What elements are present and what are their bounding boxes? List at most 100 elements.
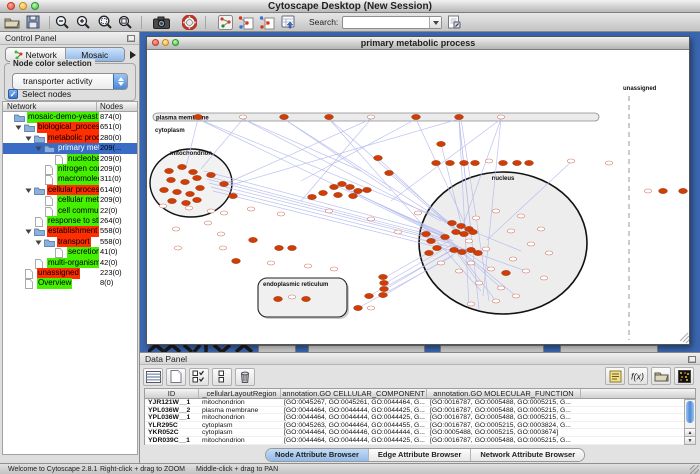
graph-edge[interactable] <box>211 187 451 247</box>
table-cell[interactable]: cytoplasm <box>202 422 280 430</box>
graph-node-label[interactable] <box>367 217 375 221</box>
graph-node[interactable] <box>460 160 469 165</box>
graph-node[interactable] <box>189 169 198 174</box>
graph-node-label[interactable] <box>485 159 493 163</box>
tree-row[interactable]: mosaic-demo-yeast874(0) <box>3 112 137 122</box>
graph-node[interactable] <box>193 175 202 180</box>
graph-node[interactable] <box>274 296 283 301</box>
graph-node-label[interactable] <box>304 264 312 268</box>
graph-node[interactable] <box>385 170 394 175</box>
graph-node-label[interactable] <box>487 267 495 271</box>
tree-col-network[interactable]: Network <box>7 102 36 112</box>
graph-node[interactable] <box>469 229 478 234</box>
scrollbar-thumb[interactable] <box>686 401 694 423</box>
graph-node[interactable] <box>427 238 436 243</box>
graph-node[interactable] <box>450 247 459 252</box>
search-dropdown-button[interactable] <box>429 17 441 28</box>
graph-node[interactable] <box>354 305 363 310</box>
node-color-dropdown[interactable]: transporter activity <box>12 73 128 90</box>
table-column-header[interactable]: annotation.GO CELLULAR_COMPONENT <box>281 389 427 398</box>
browser-tab[interactable]: Edge Attribute Browser <box>368 449 470 461</box>
graph-node[interactable] <box>363 187 372 192</box>
graph-node[interactable] <box>412 114 421 119</box>
tree-row[interactable]: establishment of lo558(0) <box>3 226 137 236</box>
graph-node[interactable] <box>433 245 442 250</box>
table-cell[interactable]: YKR052C <box>148 429 198 437</box>
graph-node[interactable] <box>229 193 238 198</box>
table-cell[interactable]: [GO:0016787, GO:0005488, GO:0005215, G..… <box>430 437 680 445</box>
graph-node[interactable] <box>525 160 534 165</box>
graph-node-label[interactable] <box>220 211 228 215</box>
network-view-window[interactable]: primary metabolic process plasma membran… <box>146 36 690 345</box>
graph-node[interactable] <box>168 198 177 203</box>
table-cell[interactable]: cytoplasm <box>202 429 280 437</box>
graph-node[interactable] <box>458 249 467 254</box>
table-cell[interactable]: [GO:0045267, GO:0045261, GO:0044464, G..… <box>284 399 426 407</box>
graph-node-label[interactable] <box>288 295 296 299</box>
snapshot-icon[interactable] <box>152 14 170 31</box>
graph-node-label[interactable] <box>507 229 515 233</box>
network-canvas[interactable]: plasma membranecytoplasmmitochondrionnuc… <box>147 50 689 344</box>
table-row[interactable]: YJR121W__1mitochondrion[GO:0045267, GO:0… <box>145 399 684 407</box>
graph-node[interactable] <box>422 231 431 236</box>
float-panel-icon[interactable] <box>127 35 135 42</box>
graph-node-label[interactable] <box>367 306 375 310</box>
graph-node[interactable] <box>460 231 469 236</box>
table-cell[interactable]: [GO:0044464, GO:0044446, GO:0044444, G..… <box>284 429 426 437</box>
table-cell[interactable]: YPL036W__1 <box>148 414 198 422</box>
graph-edge[interactable] <box>206 176 446 239</box>
help-icon[interactable] <box>180 14 198 31</box>
graph-node[interactable] <box>302 296 311 301</box>
graph-edge[interactable] <box>198 119 441 236</box>
graph-node[interactable] <box>346 184 355 189</box>
select-nodes-checkbox[interactable]: ✓ <box>8 89 18 99</box>
graph-node[interactable] <box>380 286 389 291</box>
search-input[interactable] <box>344 17 428 28</box>
graph-node[interactable] <box>249 237 258 242</box>
scroll-up-button[interactable]: ▲ <box>685 428 695 436</box>
graph-node-label[interactable] <box>267 261 275 265</box>
attribute-list-icon[interactable] <box>605 367 625 385</box>
graph-node[interactable] <box>334 192 343 197</box>
graph-node[interactable] <box>220 181 229 186</box>
table-cell[interactable]: mitochondrion <box>202 414 280 422</box>
table-row[interactable]: YLR295Ccytoplasm[GO:0045263, GO:0044464,… <box>145 422 684 430</box>
graph-node[interactable] <box>432 160 441 165</box>
graph-node[interactable] <box>379 274 388 279</box>
graph-node[interactable] <box>457 223 466 228</box>
tree-row[interactable]: biological_process651(0) <box>3 122 137 132</box>
table-cell[interactable]: [GO:0044464, GO:0044444, GO:0044425, G..… <box>284 414 426 422</box>
graph-node-label[interactable] <box>277 212 285 216</box>
graph-node[interactable] <box>349 193 358 198</box>
graph-node-label[interactable] <box>325 209 333 213</box>
graph-node[interactable] <box>425 250 434 255</box>
graph-node-label[interactable] <box>465 239 473 243</box>
tree-row[interactable]: nitrogen compo209(0) <box>3 164 137 174</box>
graph-node-label[interactable] <box>204 221 212 225</box>
tree-row[interactable]: secretion41(0) <box>3 247 137 257</box>
graph-node[interactable] <box>452 229 461 234</box>
tree-row[interactable]: Overview8(0) <box>3 278 137 288</box>
table-cell[interactable]: YDR039C__1 <box>148 437 198 445</box>
graph-node[interactable] <box>659 188 668 193</box>
graph-node-label[interactable] <box>517 214 525 218</box>
graph-node[interactable] <box>437 141 446 146</box>
import-attributes-icon[interactable] <box>651 367 671 385</box>
graph-node-label[interactable] <box>159 204 167 208</box>
graph-node-label[interactable] <box>497 286 505 290</box>
table-cell[interactable]: YLR295C <box>148 422 198 430</box>
graph-node-label[interactable] <box>472 216 480 220</box>
expand-arrow-icon[interactable] <box>25 135 32 142</box>
graph-node-label[interactable] <box>330 267 338 271</box>
graph-edge[interactable] <box>204 171 443 235</box>
table-row[interactable]: YDR039C__1mitochondrion[GO:0044464, GO:0… <box>145 437 684 445</box>
graph-node-label[interactable] <box>482 247 490 251</box>
table-cell[interactable]: [GO:0044464, GO:0044444, GO:0044425, G..… <box>284 437 426 445</box>
graph-node[interactable] <box>513 160 522 165</box>
table-cell[interactable]: [GO:0005488, GO:0005215, GO:0003674] <box>430 429 680 437</box>
window-fragment[interactable] <box>560 345 658 352</box>
graph-node[interactable] <box>165 168 174 173</box>
attribute-matrix-icon[interactable] <box>674 367 694 385</box>
zoom-in-icon[interactable] <box>74 14 92 31</box>
graph-node[interactable] <box>193 197 202 202</box>
